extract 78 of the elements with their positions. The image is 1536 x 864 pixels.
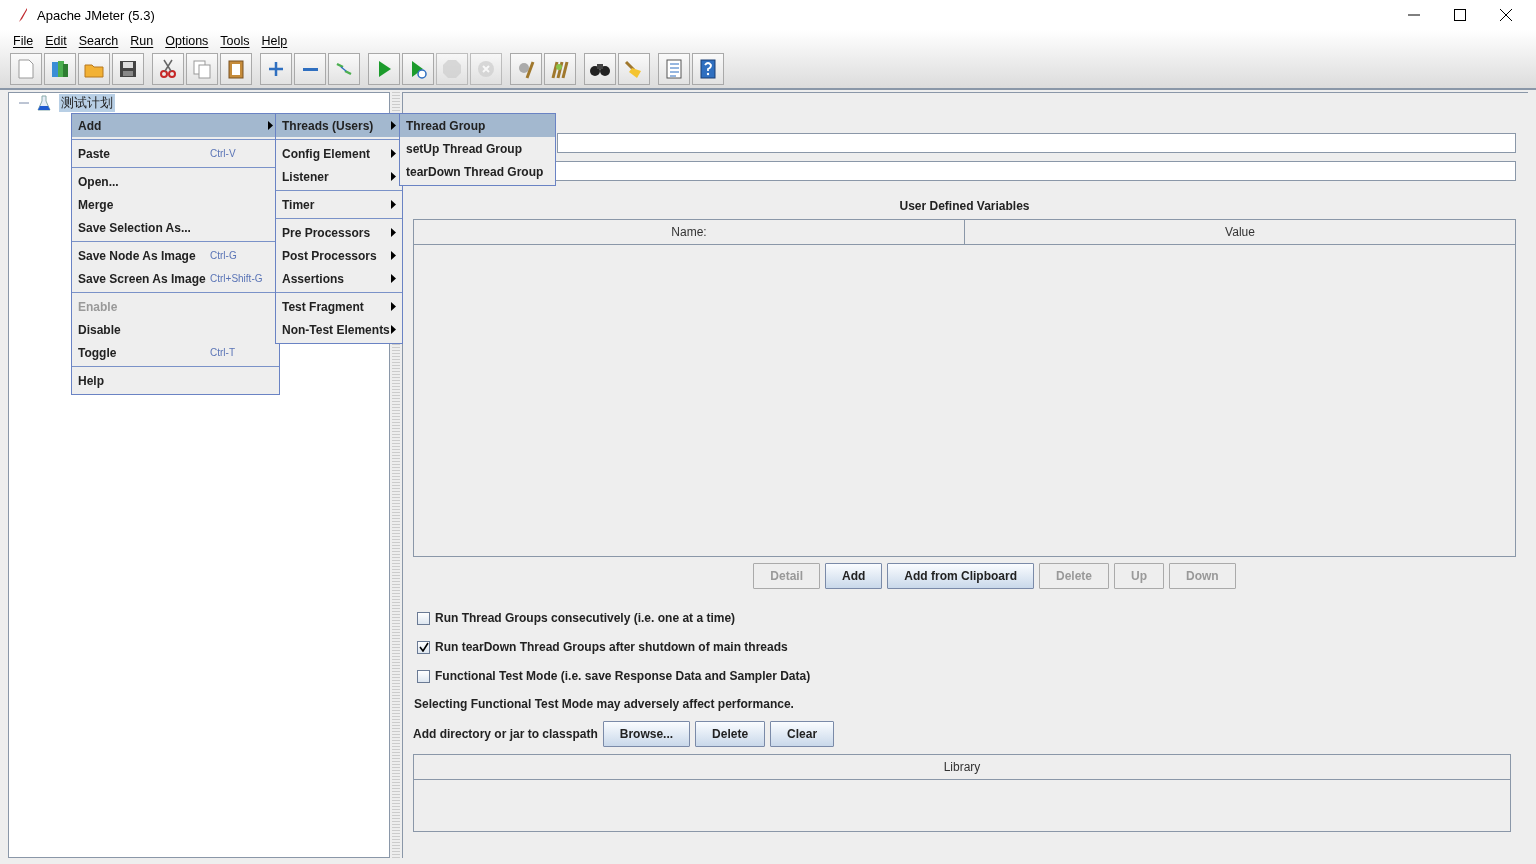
checkbox[interactable] xyxy=(417,611,430,625)
paste-button[interactable] xyxy=(220,53,252,85)
submenu-item[interactable]: Listener xyxy=(276,165,402,188)
submenu-item[interactable]: Config Element xyxy=(276,142,402,165)
collapse-button[interactable] xyxy=(294,53,326,85)
table-action-button[interactable]: Add from Clipboard xyxy=(887,563,1034,589)
menu-item[interactable]: Edit xyxy=(45,34,67,48)
context-menu-item[interactable]: Disable xyxy=(72,318,279,341)
context-menu-item[interactable]: Save Node As Image Ctrl-G xyxy=(72,244,279,267)
menu-item[interactable]: Tools xyxy=(220,34,250,48)
submenu-item[interactable]: Assertions xyxy=(276,267,402,290)
close-icon[interactable] xyxy=(1500,9,1512,21)
copy-icon xyxy=(191,58,213,80)
list-icon xyxy=(663,58,685,80)
blank-page-icon xyxy=(15,58,37,80)
checkbox-label: Run Thread Groups consecutively (i.e. one at a time) xyxy=(435,611,736,625)
menu-item[interactable]: Run xyxy=(130,34,154,48)
submenu-item[interactable]: Timer xyxy=(276,193,402,216)
save-icon xyxy=(117,58,139,80)
checkbox-label: Run tearDown Thread Groups after shutdown of main threads xyxy=(435,640,788,654)
table-action-button[interactable]: Add xyxy=(825,563,883,589)
menu-item[interactable]: Options xyxy=(165,34,209,48)
checkbox[interactable] xyxy=(417,640,430,654)
submenu-item[interactable]: Threads (Users) xyxy=(276,114,402,137)
submenu-item[interactable]: Pre Processors xyxy=(276,221,402,244)
submenu-item[interactable]: tearDown Thread Group xyxy=(400,160,555,183)
classpath-button[interactable]: Delete xyxy=(695,721,766,747)
checkbox-label: Functional Test Mode (i.e. save Response Data and Sampler Data) xyxy=(435,669,811,683)
context-menu-item[interactable]: Open... xyxy=(72,170,279,193)
feather-icon xyxy=(18,7,28,23)
stop-sign-icon xyxy=(441,58,463,80)
expand-button[interactable] xyxy=(260,53,292,85)
warning-text: Selecting Functional Test Mode may adversely affect performance. xyxy=(414,697,795,711)
toggle-button[interactable] xyxy=(328,53,360,85)
context-menu-item[interactable]: Save Screen As Image Ctrl+Shift-G xyxy=(72,267,279,290)
classpath-button[interactable]: Clear xyxy=(770,721,835,747)
search-button[interactable] xyxy=(584,53,616,85)
clear-button[interactable] xyxy=(510,53,542,85)
maximize-icon[interactable] xyxy=(1454,9,1466,21)
menu-item[interactable]: Search xyxy=(78,34,119,48)
start-no-pause-button[interactable] xyxy=(402,53,434,85)
classpath-button[interactable]: Browse... xyxy=(602,721,691,747)
save-button[interactable] xyxy=(112,53,144,85)
books-icon xyxy=(49,58,71,80)
column-header[interactable]: Library xyxy=(414,755,1510,779)
tree-node[interactable]: 测试计划 xyxy=(59,94,115,112)
submenu-item[interactable]: setUp Thread Group xyxy=(400,137,555,160)
flask-icon xyxy=(37,95,51,111)
classpath-label: Add directory or jar to classpath xyxy=(413,727,598,741)
templates-button[interactable] xyxy=(44,53,76,85)
new-button[interactable] xyxy=(10,53,42,85)
name-field[interactable] xyxy=(557,133,1516,153)
cut-button[interactable] xyxy=(152,53,184,85)
submenu-item[interactable]: Non-Test Elements xyxy=(276,318,402,341)
context-menu-item[interactable]: Save Selection As... xyxy=(72,216,279,239)
column-header[interactable]: Name: xyxy=(414,220,965,244)
submenu-item[interactable]: Thread Group xyxy=(400,114,555,137)
table-title: User Defined Variables xyxy=(898,199,1031,213)
menu-item[interactable]: Help xyxy=(261,34,288,48)
context-menu-item[interactable]: Help xyxy=(72,369,279,392)
clipboard-icon xyxy=(225,58,247,80)
checkbox[interactable] xyxy=(417,669,430,683)
context-menu-item[interactable]: Merge xyxy=(72,193,279,216)
help-button[interactable] xyxy=(692,53,724,85)
context-menu-item[interactable]: Paste Ctrl-V xyxy=(72,142,279,165)
help-icon xyxy=(697,58,719,80)
start-button[interactable] xyxy=(368,53,400,85)
scissors-icon xyxy=(157,58,179,80)
window-title: Apache JMeter (5.3) xyxy=(37,7,155,23)
submenu-item[interactable]: Test Fragment xyxy=(276,295,402,318)
close-circle-icon xyxy=(475,58,497,80)
minus-icon xyxy=(302,67,318,71)
copy-button[interactable] xyxy=(186,53,218,85)
context-menu-item[interactable]: Toggle Ctrl-T xyxy=(72,341,279,364)
menu-item[interactable]: File xyxy=(13,34,34,48)
column-header[interactable]: Value xyxy=(965,220,1515,244)
submenu-item[interactable]: Post Processors xyxy=(276,244,402,267)
clear-all-button[interactable] xyxy=(544,53,576,85)
